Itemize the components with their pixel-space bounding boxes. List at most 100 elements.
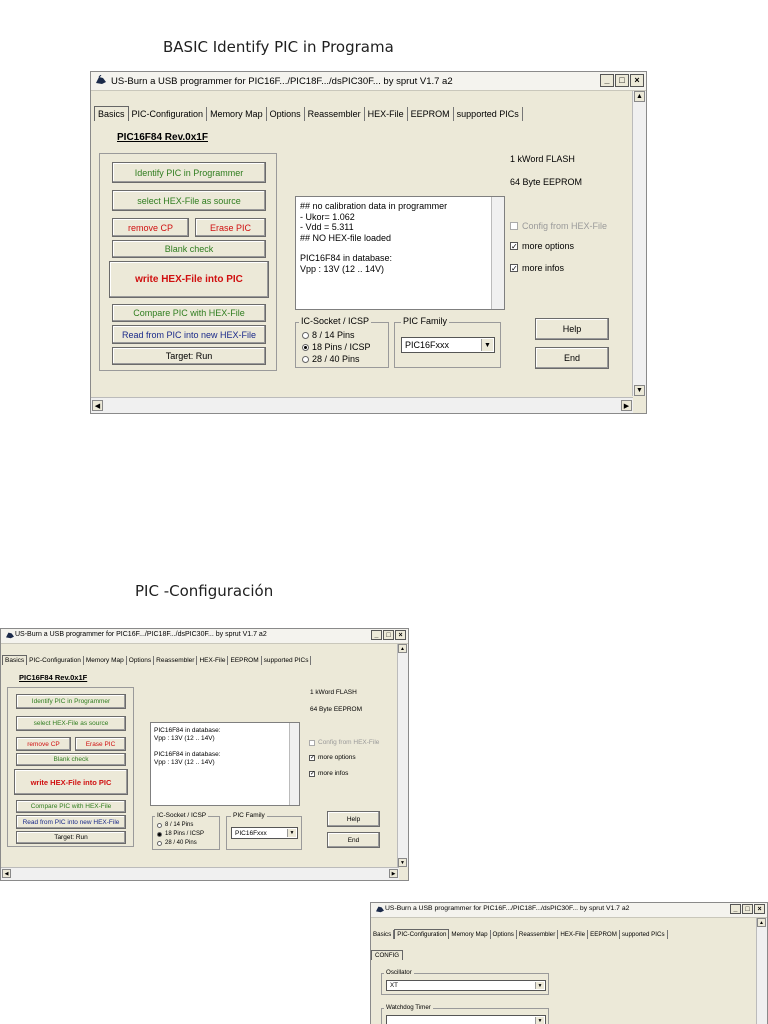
- end-button[interactable]: End: [327, 832, 380, 848]
- oscillator-select[interactable]: XT ▼: [386, 980, 546, 991]
- select-hex-button[interactable]: select HEX-File as source: [112, 190, 266, 211]
- blank-check-button[interactable]: Blank check: [16, 753, 126, 766]
- tab-basics[interactable]: Basics: [371, 930, 395, 939]
- identify-pic-button[interactable]: Identify PIC in Programmer: [16, 694, 126, 709]
- tab-basics[interactable]: Basics: [2, 655, 28, 665]
- window-vertical-scrollbar[interactable]: ▲ ▼: [632, 91, 646, 396]
- more-options-checkbox[interactable]: ✓ more options: [309, 754, 356, 761]
- scroll-left-arrow-icon[interactable]: ◀: [2, 869, 11, 878]
- log-output[interactable]: PIC16F84 in database: Vpp : 13V (12 .. 1…: [150, 722, 300, 806]
- tab-reassembler[interactable]: Reassembler: [305, 107, 365, 121]
- log-scrollbar[interactable]: [491, 197, 504, 309]
- socket-radio-28-40[interactable]: 28 / 40 Pins: [302, 354, 360, 364]
- scroll-down-arrow-icon[interactable]: ▼: [634, 385, 645, 396]
- identify-pic-button[interactable]: Identify PIC in Programmer: [112, 162, 266, 183]
- window-title: US-Burn a USB programmer for PIC16F.../P…: [385, 905, 630, 912]
- title-bar[interactable]: US-Burn a USB programmer for PIC16F.../P…: [371, 903, 767, 918]
- minimize-button[interactable]: _: [371, 630, 382, 640]
- tab-reassembler[interactable]: Reassembler: [154, 656, 198, 665]
- tab-eeprom[interactable]: EEPROM: [408, 107, 454, 121]
- title-bar[interactable]: US-Burn a USB programmer for PIC16F.../P…: [91, 72, 646, 91]
- erase-pic-button[interactable]: Erase PIC: [195, 218, 266, 237]
- watchdog-select[interactable]: ▼: [386, 1015, 546, 1024]
- chevron-down-icon: ▼: [535, 1017, 544, 1024]
- tab-basics[interactable]: Basics: [94, 106, 129, 121]
- app-logo-icon: [6, 632, 14, 639]
- scroll-up-arrow-icon[interactable]: ▲: [398, 644, 407, 653]
- tab-eeprom[interactable]: EEPROM: [588, 930, 620, 939]
- tab-hex-file[interactable]: HEX-File: [365, 107, 408, 121]
- socket-radio-18[interactable]: 18 Pins / ICSP: [157, 831, 204, 837]
- pic-family-label: PIC Family: [401, 316, 450, 326]
- more-infos-checkbox[interactable]: ✓ more infos: [309, 770, 348, 777]
- tab-pic-configuration[interactable]: PIC-Configuration: [394, 929, 450, 939]
- tab-pic-configuration[interactable]: PIC-Configuration: [129, 107, 208, 121]
- maximize-button[interactable]: □: [383, 630, 394, 640]
- tab-memory-map[interactable]: Memory Map: [84, 656, 127, 665]
- pic-family-select[interactable]: PIC16Fxxx ▼: [231, 827, 298, 839]
- maximize-button[interactable]: □: [742, 904, 753, 914]
- tab-memory-map[interactable]: Memory Map: [207, 107, 267, 121]
- socket-radio-8-14[interactable]: 8 / 14 Pins: [302, 330, 355, 340]
- help-button[interactable]: Help: [327, 811, 380, 827]
- compare-button[interactable]: Compare PIC with HEX-File: [16, 800, 126, 813]
- watchdog-group: Watchdog Timer ▼: [381, 1004, 549, 1024]
- remove-cp-button[interactable]: remove CP: [16, 737, 71, 751]
- minimize-button[interactable]: _: [730, 904, 741, 914]
- scroll-down-arrow-icon[interactable]: ▼: [398, 858, 407, 867]
- read-button[interactable]: Read from PIC into new HEX-File: [16, 815, 126, 829]
- tab-supported-pics[interactable]: supported PICs: [620, 930, 668, 939]
- close-button[interactable]: ×: [754, 904, 765, 914]
- remove-cp-button[interactable]: remove CP: [112, 218, 189, 237]
- config-from-hex-checkbox[interactable]: Config from HEX-File: [510, 221, 607, 231]
- window-vertical-scrollbar[interactable]: ▲: [756, 918, 767, 1024]
- target-run-button[interactable]: Target: Run: [16, 831, 126, 844]
- tab-reassembler[interactable]: Reassembler: [517, 930, 559, 939]
- close-button[interactable]: ×: [630, 74, 644, 87]
- compare-button[interactable]: Compare PIC with HEX-File: [112, 304, 266, 322]
- window-title: US-Burn a USB programmer for PIC16F.../P…: [15, 631, 267, 638]
- tab-memory-map[interactable]: Memory Map: [449, 930, 491, 939]
- scroll-right-arrow-icon[interactable]: ▶: [621, 400, 632, 411]
- log-scrollbar[interactable]: [289, 723, 299, 805]
- scroll-up-arrow-icon[interactable]: ▲: [634, 91, 645, 102]
- pic-family-select[interactable]: PIC16Fxxx ▼: [401, 337, 495, 353]
- subtab-config[interactable]: CONFIG: [371, 950, 404, 960]
- tab-pic-configuration[interactable]: PIC-Configuration: [27, 656, 84, 665]
- scroll-right-arrow-icon[interactable]: ▶: [389, 869, 398, 878]
- write-hex-button[interactable]: write HEX-File into PIC: [109, 261, 269, 298]
- title-bar[interactable]: US-Burn a USB programmer for PIC16F.../P…: [1, 629, 408, 644]
- write-hex-button[interactable]: write HEX-File into PIC: [14, 769, 128, 795]
- erase-pic-button[interactable]: Erase PIC: [75, 737, 126, 751]
- tab-hex-file[interactable]: HEX-File: [197, 656, 229, 665]
- log-output[interactable]: ## no calibration data in programmer - U…: [295, 196, 505, 310]
- scroll-up-arrow-icon[interactable]: ▲: [757, 918, 766, 927]
- tab-options[interactable]: Options: [491, 930, 517, 939]
- minimize-button[interactable]: _: [600, 74, 614, 87]
- tab-eeprom[interactable]: EEPROM: [228, 656, 262, 665]
- window-horizontal-scrollbar[interactable]: ◀ ▶: [1, 867, 399, 880]
- help-button[interactable]: Help: [535, 318, 609, 340]
- usburn-window-config: US-Burn a USB programmer for PIC16F.../P…: [370, 902, 768, 1024]
- more-infos-checkbox[interactable]: ✓ more infos: [510, 263, 564, 273]
- close-button[interactable]: ×: [395, 630, 406, 640]
- target-run-button[interactable]: Target: Run: [112, 347, 266, 365]
- more-options-checkbox[interactable]: ✓ more options: [510, 241, 574, 251]
- read-button[interactable]: Read from PIC into new HEX-File: [112, 325, 266, 344]
- tab-hex-file[interactable]: HEX-File: [558, 930, 589, 939]
- select-hex-button[interactable]: select HEX-File as source: [16, 716, 126, 731]
- window-vertical-scrollbar[interactable]: ▲ ▼: [397, 644, 408, 867]
- tab-options[interactable]: Options: [127, 656, 155, 665]
- socket-radio-18[interactable]: 18 Pins / ICSP: [302, 342, 371, 352]
- end-button[interactable]: End: [535, 347, 609, 369]
- window-horizontal-scrollbar[interactable]: ◀ ▶: [91, 397, 633, 413]
- socket-radio-8-14[interactable]: 8 / 14 Pins: [157, 822, 193, 828]
- maximize-button[interactable]: □: [615, 74, 629, 87]
- tab-options[interactable]: Options: [267, 107, 305, 121]
- blank-check-button[interactable]: Blank check: [112, 240, 266, 258]
- socket-radio-28-40[interactable]: 28 / 40 Pins: [157, 840, 197, 846]
- tab-supported-pics[interactable]: supported PICs: [262, 656, 312, 665]
- tab-supported-pics[interactable]: supported PICs: [454, 107, 523, 121]
- scroll-left-arrow-icon[interactable]: ◀: [92, 400, 103, 411]
- config-from-hex-checkbox[interactable]: Config from HEX-File: [309, 739, 379, 746]
